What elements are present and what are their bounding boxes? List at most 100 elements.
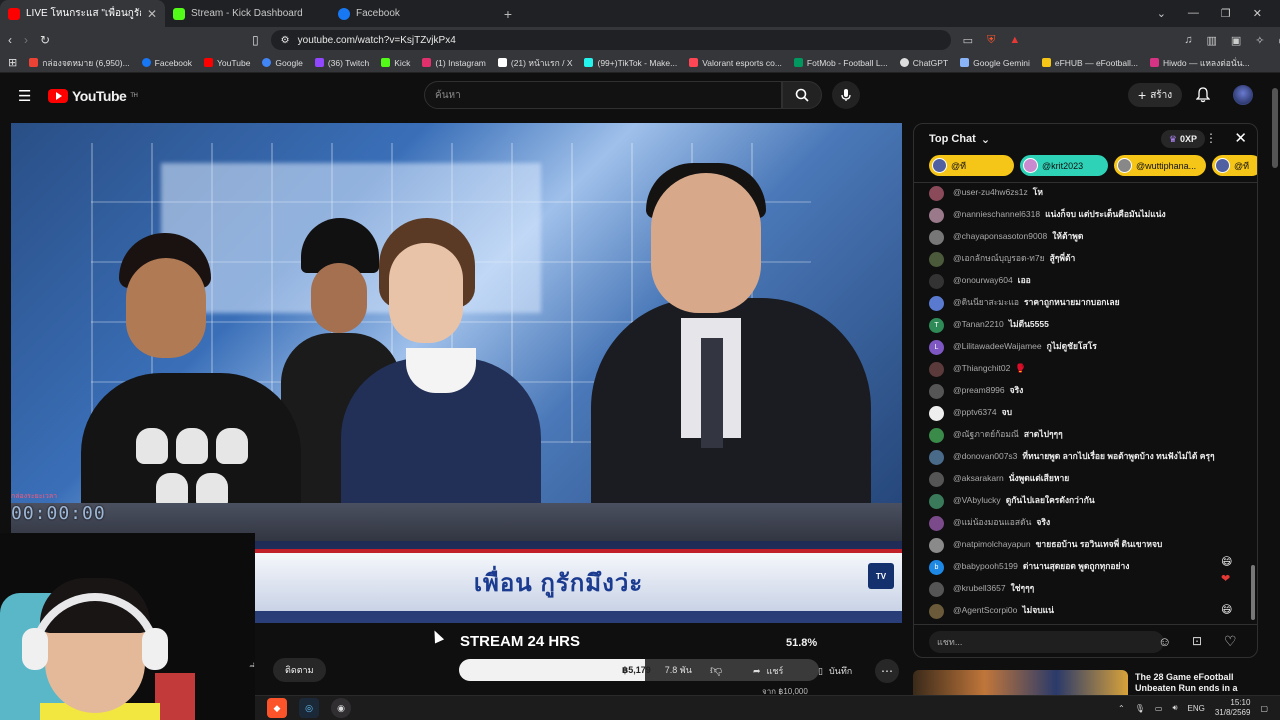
bookmark-item[interactable]: ChatGPT bbox=[899, 58, 948, 68]
youtube-logo[interactable]: YouTube TH bbox=[48, 88, 138, 104]
minimize-icon[interactable]: — bbox=[1188, 7, 1199, 20]
create-button[interactable]: + สร้าง bbox=[1128, 83, 1183, 107]
chat-avatar[interactable] bbox=[929, 472, 944, 487]
like-count[interactable]: 7.8 พัน bbox=[665, 663, 692, 677]
new-tab-button[interactable]: + bbox=[495, 6, 521, 22]
volume-icon[interactable]: 🔊︎ bbox=[1172, 703, 1177, 713]
chat-author[interactable]: @แม่น้องมอนแอสดัน bbox=[953, 517, 1031, 527]
chat-avatar[interactable] bbox=[929, 494, 944, 509]
dislike-icon[interactable]: 👎︎ bbox=[710, 663, 722, 678]
chat-author[interactable]: @เอกลักษณ์บุญรอด-ท7ย bbox=[953, 253, 1045, 263]
bookmark-item[interactable]: (99+)TikTok - Make... bbox=[584, 58, 677, 68]
chat-author[interactable]: @pream8996 bbox=[953, 385, 1005, 395]
chat-author[interactable]: @nannieschannel6318 bbox=[953, 209, 1040, 219]
back-icon[interactable]: ‹ bbox=[8, 33, 12, 47]
chat-avatar[interactable]: T bbox=[929, 318, 944, 333]
close-window-icon[interactable]: ✕ bbox=[1253, 7, 1262, 20]
cast-icon[interactable]: ▭ bbox=[963, 34, 973, 47]
bookmark-item[interactable]: Valorant esports co... bbox=[689, 58, 782, 68]
chat-avatar[interactable]: b bbox=[929, 560, 944, 575]
chat-author[interactable]: @AgentScorpi0o bbox=[953, 605, 1017, 615]
chat-avatar[interactable] bbox=[929, 186, 944, 201]
sidebar-icon[interactable]: ▥ bbox=[1206, 34, 1216, 47]
bookmark-item[interactable]: (21) หน้าแรก / X bbox=[497, 56, 572, 70]
chat-avatar[interactable] bbox=[929, 252, 944, 267]
bookmark-item[interactable]: eFHUB — eFootball... bbox=[1041, 58, 1138, 68]
bookmark-item[interactable]: Google bbox=[262, 58, 303, 68]
chat-author[interactable]: @natpimolchayapun bbox=[953, 539, 1031, 549]
bookmark-item[interactable]: (1) Instagram bbox=[422, 58, 486, 68]
chat-avatar[interactable] bbox=[929, 274, 944, 289]
site-info-icon[interactable]: ⚙ bbox=[281, 35, 290, 46]
tab-youtube-live[interactable]: LIVE โหนกระแส "เพื่อนกูรักมึงว่ะ" ✕ bbox=[0, 0, 165, 27]
obs-icon[interactable]: ◉ bbox=[331, 698, 351, 718]
account-avatar[interactable] bbox=[1233, 85, 1253, 105]
chat-author[interactable]: @LilitawadeeWaijamee bbox=[953, 341, 1042, 351]
chat-avatar[interactable] bbox=[929, 604, 944, 619]
chat-mode-dropdown[interactable]: Top Chat ⌄ bbox=[929, 133, 990, 146]
network-icon[interactable]: ▭ bbox=[1155, 704, 1163, 713]
heart-icon[interactable]: ♡ bbox=[1224, 633, 1237, 650]
voice-search-button[interactable] bbox=[832, 81, 860, 109]
chat-avatar[interactable] bbox=[929, 230, 944, 245]
restore-icon[interactable]: ❐ bbox=[1221, 7, 1231, 20]
extensions-icon[interactable]: ✧ bbox=[1255, 34, 1264, 47]
chat-author[interactable]: @Thiangchit02 bbox=[953, 363, 1010, 373]
chat-author[interactable]: @babypooh5199 bbox=[953, 561, 1018, 571]
chat-author[interactable]: @ณัฐภาดย์ก้อมณี bbox=[953, 429, 1019, 439]
bookmark-item[interactable]: Google Gemini bbox=[960, 58, 1030, 68]
share-button[interactable]: ➦ แชร์ bbox=[753, 664, 783, 678]
apps-icon[interactable]: ⊞ bbox=[8, 56, 17, 69]
url-field[interactable]: ⚙ youtube.com/watch?v=KsjTZvjkPx4 bbox=[270, 30, 951, 50]
chat-avatar[interactable] bbox=[929, 296, 944, 311]
chat-avatar[interactable] bbox=[929, 582, 944, 597]
reload-icon[interactable]: ↻ bbox=[40, 33, 50, 47]
chat-author[interactable]: @ดินนียาสะมะแอ bbox=[953, 297, 1019, 307]
page-scrollbar[interactable] bbox=[1272, 88, 1278, 168]
search-button[interactable] bbox=[782, 81, 822, 109]
notification-center-icon[interactable]: ▢ bbox=[1260, 704, 1268, 713]
chat-author[interactable]: @krubell3657 bbox=[953, 583, 1006, 593]
menu-hamburger-icon[interactable]: ☰ bbox=[18, 87, 32, 105]
supporter-pill[interactable]: @krit2023 bbox=[1020, 155, 1108, 176]
bookmark-item[interactable]: Hiwdo — แหลงต่อนั่น... bbox=[1150, 56, 1250, 70]
bookmark-item[interactable]: YouTube bbox=[204, 58, 250, 68]
close-chat-icon[interactable]: ✕ bbox=[1234, 129, 1247, 147]
forward-icon[interactable]: › bbox=[24, 33, 28, 47]
chevron-up-icon[interactable]: ⌃ bbox=[1118, 704, 1125, 713]
steam-icon[interactable]: ◎ bbox=[299, 698, 319, 718]
chat-scrollbar[interactable] bbox=[1251, 565, 1255, 620]
chat-author[interactable]: @aksarakarn bbox=[953, 473, 1004, 483]
chat-avatar[interactable] bbox=[929, 384, 944, 399]
supporter-pill[interactable]: @wuttiphana... bbox=[1114, 155, 1206, 176]
chat-author[interactable]: @Tanan2210 bbox=[953, 319, 1004, 329]
chat-author[interactable]: @VAbylucky bbox=[953, 495, 1001, 505]
supporter-pill[interactable]: @ที bbox=[929, 155, 1014, 176]
tab-kick-dashboard[interactable]: Stream - Kick Dashboard bbox=[165, 0, 330, 27]
chat-avatar[interactable] bbox=[929, 362, 944, 377]
more-actions-button[interactable]: ⋯ bbox=[875, 659, 899, 683]
chat-author[interactable]: @chayaponsasoton9008 bbox=[953, 231, 1047, 241]
chat-author[interactable]: @donovan007s3 bbox=[953, 451, 1017, 461]
xp-badge[interactable]: ♛ 0XP bbox=[1160, 130, 1205, 148]
super-chat-icon[interactable]: ⊡ bbox=[1192, 634, 1202, 648]
emoji-icon[interactable]: ☺ bbox=[1158, 634, 1171, 649]
brave-browser-icon[interactable]: ◆ bbox=[267, 698, 287, 718]
chat-options-icon[interactable]: ⋮ bbox=[1205, 131, 1217, 145]
chat-avatar[interactable] bbox=[929, 208, 944, 223]
tab-list-icon[interactable]: ⌄ bbox=[1157, 7, 1166, 20]
chat-author[interactable]: @pptv6374 bbox=[953, 407, 997, 417]
chat-author[interactable]: @user-zu4hw6zs1z bbox=[953, 187, 1028, 197]
bookmark-item[interactable]: กล่องจดหมาย (6,950)... bbox=[29, 56, 130, 70]
recommended-video[interactable]: The 28 Game eFootball Unbeaten Run ends … bbox=[913, 668, 1258, 695]
subscribe-button[interactable]: ติดตาม bbox=[273, 658, 326, 682]
tab-facebook[interactable]: Facebook bbox=[330, 0, 495, 27]
close-tab-icon[interactable]: ✕ bbox=[147, 7, 157, 21]
media-icon[interactable]: ♫ bbox=[1184, 34, 1192, 47]
bookmark-item[interactable]: FotMob - Football L... bbox=[793, 58, 888, 68]
chat-avatar[interactable] bbox=[929, 538, 944, 553]
bookmark-item[interactable]: (36) Twitch bbox=[314, 58, 369, 68]
notifications-bell-icon[interactable] bbox=[1196, 87, 1210, 103]
warning-icon[interactable]: ▲ bbox=[1009, 34, 1020, 47]
chat-avatar[interactable] bbox=[929, 406, 944, 421]
